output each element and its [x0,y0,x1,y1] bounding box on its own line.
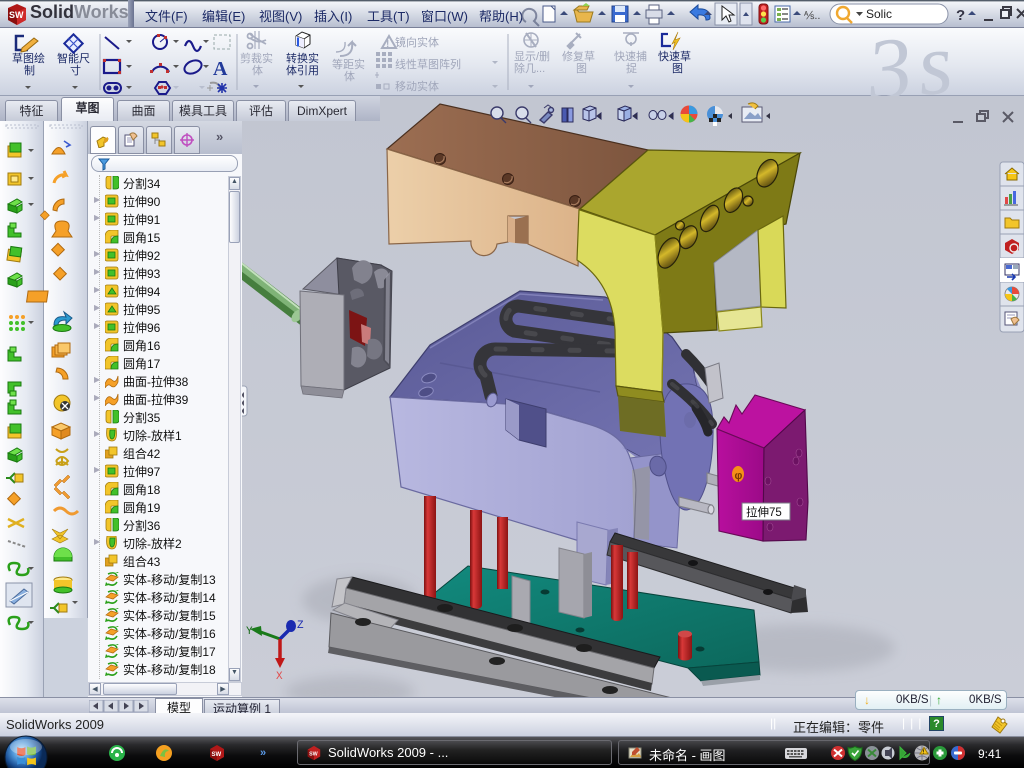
svg-text:剪裁实: 剪裁实 [240,51,273,65]
svg-text:草图绘: 草图绘 [12,51,45,65]
svg-text:修复草: 修复草 [562,49,595,63]
svg-text:智能尺: 智能尺 [57,51,90,65]
svg-text:体引用: 体引用 [286,63,319,77]
svg-text:快速捕: 快速捕 [614,49,647,63]
svg-text:图: 图 [672,62,683,75]
svg-text:SW: SW [212,752,222,758]
svg-text:φ: φ [735,470,743,482]
svg-text:体: 体 [344,69,355,83]
svg-text:转换实: 转换实 [286,51,319,65]
svg-text:制: 制 [24,64,35,77]
svg-text:等距实: 等距实 [332,57,365,71]
svg-text:!: ! [386,39,389,50]
svg-text:Y: Y [246,626,253,638]
svg-text:除几...: 除几... [514,61,545,75]
svg-text:?: ? [956,7,965,24]
svg-text:Solic: Solic [866,7,892,21]
svg-text:X: X [276,671,283,683]
svg-text:SW: SW [309,752,319,758]
svg-text:SW: SW [9,10,24,20]
svg-text:镜向实体: 镜向实体 [395,35,439,49]
svg-text:»: » [260,747,266,759]
svg-text:线性草图阵列: 线性草图阵列 [395,57,461,71]
svg-text:3s: 3s [862,28,963,96]
svg-text:快速草: 快速草 [658,50,691,63]
svg-text:体: 体 [252,63,263,77]
svg-text:拉伸75: 拉伸75 [746,505,782,519]
svg-text:寸: 寸 [70,63,81,77]
svg-text:捉: 捉 [626,61,637,75]
svg-text:图: 图 [576,62,587,75]
svg-text:显示/删: 显示/删 [514,50,550,63]
svg-text:Z: Z [297,620,304,632]
svg-text:移动实体: 移动实体 [395,79,439,93]
svg-text:A: A [213,58,228,80]
svg-text:9:41: 9:41 [978,747,1002,761]
svg-text:⅍..: ⅍.. [803,10,820,22]
